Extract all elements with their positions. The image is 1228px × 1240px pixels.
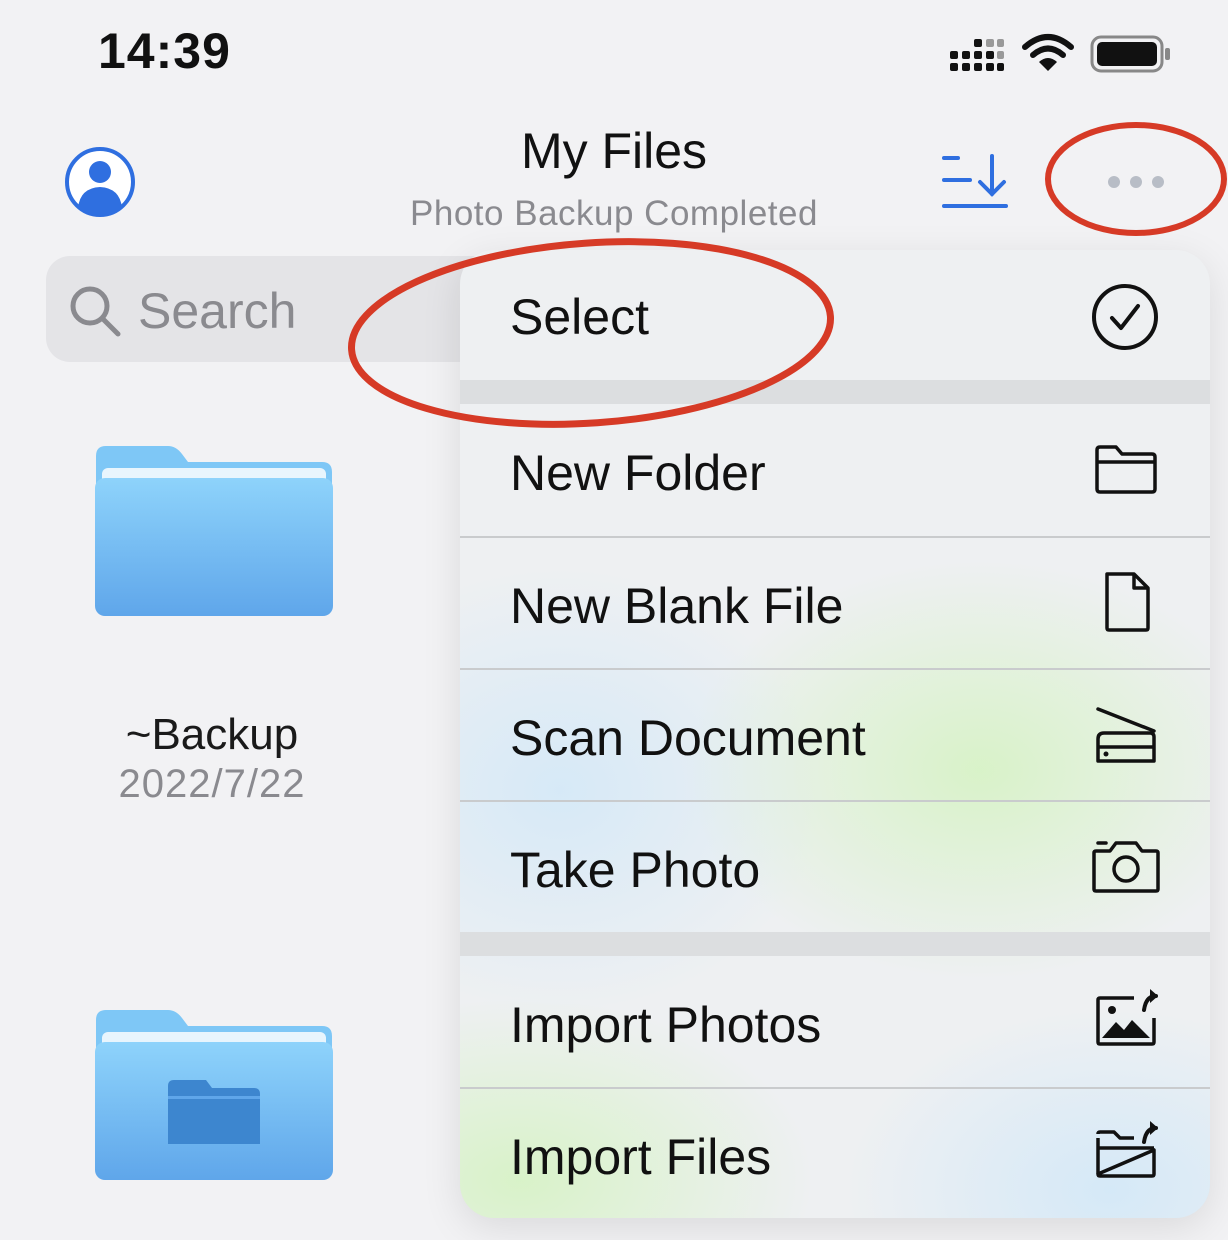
menu-item-label: Select [510, 289, 649, 345]
checkmark-circle-icon [1092, 284, 1158, 350]
folder-outline-icon [1095, 445, 1157, 494]
search-icon [70, 286, 121, 337]
menu-item-label: Scan Document [510, 710, 866, 766]
camera-icon [1092, 841, 1160, 893]
page-title: My Files [520, 123, 708, 179]
menu-item-label: Take Photo [510, 842, 761, 898]
menu-item-new-blank-file[interactable]: New Blank File [460, 537, 1210, 668]
sort-download-icon[interactable] [940, 152, 1012, 214]
search-input[interactable]: Search [138, 282, 296, 340]
menu-item-scan-document[interactable]: Scan Document [460, 669, 1210, 800]
battery-icon [1090, 35, 1170, 73]
more-icon[interactable] [1096, 162, 1176, 202]
menu-item-import-photos[interactable]: Import Photos [460, 956, 1210, 1087]
menu-item-import-files[interactable]: Import Files [460, 1088, 1210, 1218]
context-menu: Select New Folder New Blank File Scan Do… [460, 250, 1210, 1218]
file-name[interactable]: ~Backup [62, 710, 362, 760]
wifi-icon [1022, 34, 1074, 71]
document-icon [1105, 572, 1150, 632]
menu-item-label: Import Files [510, 1129, 772, 1185]
folder-icon[interactable] [94, 444, 334, 618]
menu-item-label: New Blank File [510, 578, 844, 634]
folder-icon[interactable] [94, 1008, 334, 1182]
profile-icon[interactable] [64, 146, 136, 218]
menu-item-new-folder[interactable]: New Folder [460, 404, 1210, 536]
menu-item-label: Import Photos [510, 997, 822, 1053]
menu-item-select[interactable]: Select [460, 250, 1210, 380]
cellular-signal-icon [950, 39, 1004, 71]
menu-item-label: New Folder [510, 445, 766, 501]
import-folder-icon [1096, 1121, 1158, 1178]
menu-item-take-photo[interactable]: Take Photo [460, 801, 1210, 932]
menu-group-divider [460, 380, 1210, 404]
scanner-icon [1096, 707, 1156, 763]
file-date: 2022/7/22 [118, 762, 306, 806]
menu-group-divider [460, 932, 1210, 956]
status-time: 14:39 [98, 23, 231, 79]
import-photo-icon [1096, 989, 1158, 1046]
page-subtitle: Photo Backup Completed [410, 194, 818, 233]
